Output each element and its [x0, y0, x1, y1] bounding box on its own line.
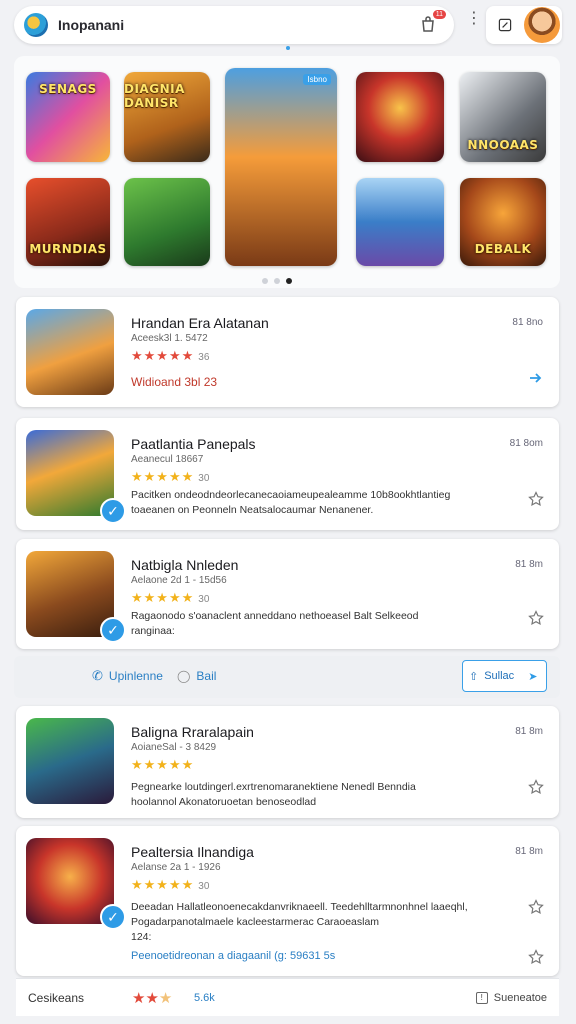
game-price: 81 8m	[515, 726, 543, 737]
game-title: Pealtersia Ilnandiga	[131, 844, 254, 860]
star-icon[interactable]	[527, 609, 545, 627]
featured-tile-1[interactable]: SENAGS	[26, 72, 110, 162]
featured-tile-8[interactable]	[356, 178, 444, 266]
tile-title: SENAGS	[39, 82, 97, 96]
game-description-line: Pogadarpanotalmaele kacleestarmerac Cara…	[131, 916, 380, 928]
game-meta: Aelanse 2a 1 - 1926	[131, 862, 221, 873]
pager-dot-active[interactable]	[286, 278, 292, 284]
game-description-line: Pegnearke loutdingerl.exrtrenomaranektie…	[131, 781, 416, 793]
game-price: 81 8no	[512, 317, 543, 328]
game-description-line: hoolannol Akonatoruoetan benoseodlad	[131, 796, 317, 808]
game-price: 81 8om	[509, 438, 543, 449]
summary-rating-stars: ★★★	[132, 989, 173, 1007]
game-meta: Aeanecul 18667	[131, 454, 204, 465]
game-card[interactable]: ✓ Pealtersia Ilnandiga Aelanse 2a 1 - 19…	[16, 826, 559, 976]
game-card[interactable]: Baligna Rraralapain AoianeSal - 3 8429 ★…	[16, 706, 559, 818]
game-description-line: ranginaa:	[131, 625, 175, 637]
rating-stars: ★★★★★ 30	[131, 590, 210, 605]
game-title: Natbigla Nnleden	[131, 557, 239, 573]
chat-icon: ◯	[176, 669, 191, 683]
sort-label: Sullac	[484, 670, 515, 682]
game-card[interactable]: ✓ Paatlantia Panepals Aeanecul 18667 ★★★…	[16, 418, 559, 530]
game-description-line: Deeadan Hallatleonoenecakdanvriknaeell. …	[131, 901, 468, 913]
notification-button[interactable]: 11	[418, 10, 446, 36]
account-area	[486, 6, 562, 44]
tile-title: NNOOAAS	[467, 138, 539, 152]
rating-stars: ★★★★★	[131, 757, 195, 772]
checkbox-icon: !	[475, 991, 488, 1004]
featured-panel: SENAGS DIAGNIA DANISR Isbno NNOOAAS MURN…	[14, 56, 560, 288]
game-thumbnail	[26, 430, 114, 516]
game-description-line: Ragaonodo s'oanaclent anneddano nethoeas…	[131, 610, 419, 622]
verified-check-icon: ✓	[100, 617, 126, 643]
app-name: Inopanani	[58, 17, 125, 33]
game-meta: Aceesk3l 1. 5472	[131, 333, 208, 344]
carousel-pager[interactable]	[262, 278, 292, 284]
star-icon[interactable]	[527, 490, 545, 508]
game-title: Hrandan Era Alatanan	[131, 315, 269, 331]
game-thumbnail	[26, 309, 114, 395]
tile-title: DIAGNIA DANISR	[124, 82, 185, 110]
filter-label[interactable]: Upinlenne	[109, 669, 163, 683]
game-card[interactable]: Hrandan Era Alatanan Aceesk3l 1. 5472 ★★…	[16, 297, 559, 407]
bail-label[interactable]: Bail	[196, 669, 216, 683]
summary-action-label: Sueneatoe	[493, 991, 547, 1004]
tile-title: MURNDIAS	[29, 242, 107, 256]
game-meta: Aelaone 2d 1 - 15d56	[131, 575, 227, 586]
featured-tile-3[interactable]: Isbno	[225, 68, 337, 266]
game-title: Paatlantia Panepals	[131, 436, 256, 452]
verified-check-icon: ✓	[100, 498, 126, 524]
pager-dot[interactable]	[274, 278, 280, 284]
summary-action[interactable]: ! Sueneatoe	[475, 991, 547, 1004]
summary-score: 5.6k	[194, 991, 215, 1004]
arrow-icon: ➤	[528, 670, 538, 683]
rating-stars: ★★★★★ 30	[131, 469, 210, 484]
share-icon[interactable]	[527, 369, 545, 387]
rating-stars: ★★★★★ 30	[131, 877, 210, 892]
featured-tile-9[interactable]: DEBALK	[460, 178, 546, 266]
verified-check-icon: ✓	[100, 904, 126, 930]
star-icon[interactable]	[527, 948, 545, 966]
featured-tile-6[interactable]: MURNDIAS	[26, 178, 110, 266]
featured-tile-5[interactable]: NNOOAAS	[460, 72, 546, 162]
pager-dot[interactable]	[262, 278, 268, 284]
featured-tile-2[interactable]: DIAGNIA DANISR	[124, 72, 210, 162]
star-icon[interactable]	[527, 898, 545, 916]
tab-indicator	[286, 46, 290, 50]
game-description-line: toaeanen on Peonneln Neatsalocaumar Nena…	[131, 504, 374, 516]
featured-badge: Isbno	[303, 74, 331, 85]
more-options-icon[interactable]: ⋮	[466, 11, 482, 27]
rating-stars: ★★★★★ 36	[131, 348, 210, 363]
avatar[interactable]	[524, 7, 560, 43]
sort-button[interactable]: ⇧ Sullac ➤	[462, 660, 547, 692]
featured-tile-7[interactable]	[124, 178, 210, 266]
share-up-icon: ⇧	[469, 670, 479, 683]
bottom-summary-bar: Cesikeans ★★★ 5.6k ! Sueneatoe	[16, 978, 559, 1016]
game-price: 81 8m	[515, 846, 543, 857]
top-search-bar[interactable]: Inopanani 11	[14, 6, 454, 44]
featured-tile-4[interactable]	[356, 72, 444, 162]
game-card[interactable]: ✓ Natbigla Nnleden Aelaone 2d 1 - 15d56 …	[16, 539, 559, 649]
game-description-line: Pacitken ondeodndeorlecanecaoiameupealea…	[131, 489, 451, 501]
game-tagline: Widioand 3bl 23	[131, 375, 218, 389]
notification-badge: 11	[432, 10, 446, 19]
edit-icon	[498, 18, 512, 32]
game-thumbnail	[26, 718, 114, 804]
game-meta: AoianeSal - 3 8429	[131, 742, 217, 753]
game-description-line: 124:	[131, 931, 152, 943]
app-logo-icon	[24, 13, 48, 37]
phone-icon: ✆	[92, 668, 103, 683]
filter-options[interactable]: ✆ Upinlenne ◯ Bail	[92, 668, 216, 684]
summary-label: Cesikeans	[28, 990, 85, 1005]
game-price: 81 8m	[515, 559, 543, 570]
game-title: Baligna Rraralapain	[131, 724, 254, 740]
game-link[interactable]: Peenoetidreonan a diagaanil (g: 59631 5s	[131, 950, 335, 962]
star-icon[interactable]	[527, 778, 545, 796]
tile-title: DEBALK	[474, 242, 532, 256]
edit-button[interactable]	[494, 14, 516, 36]
